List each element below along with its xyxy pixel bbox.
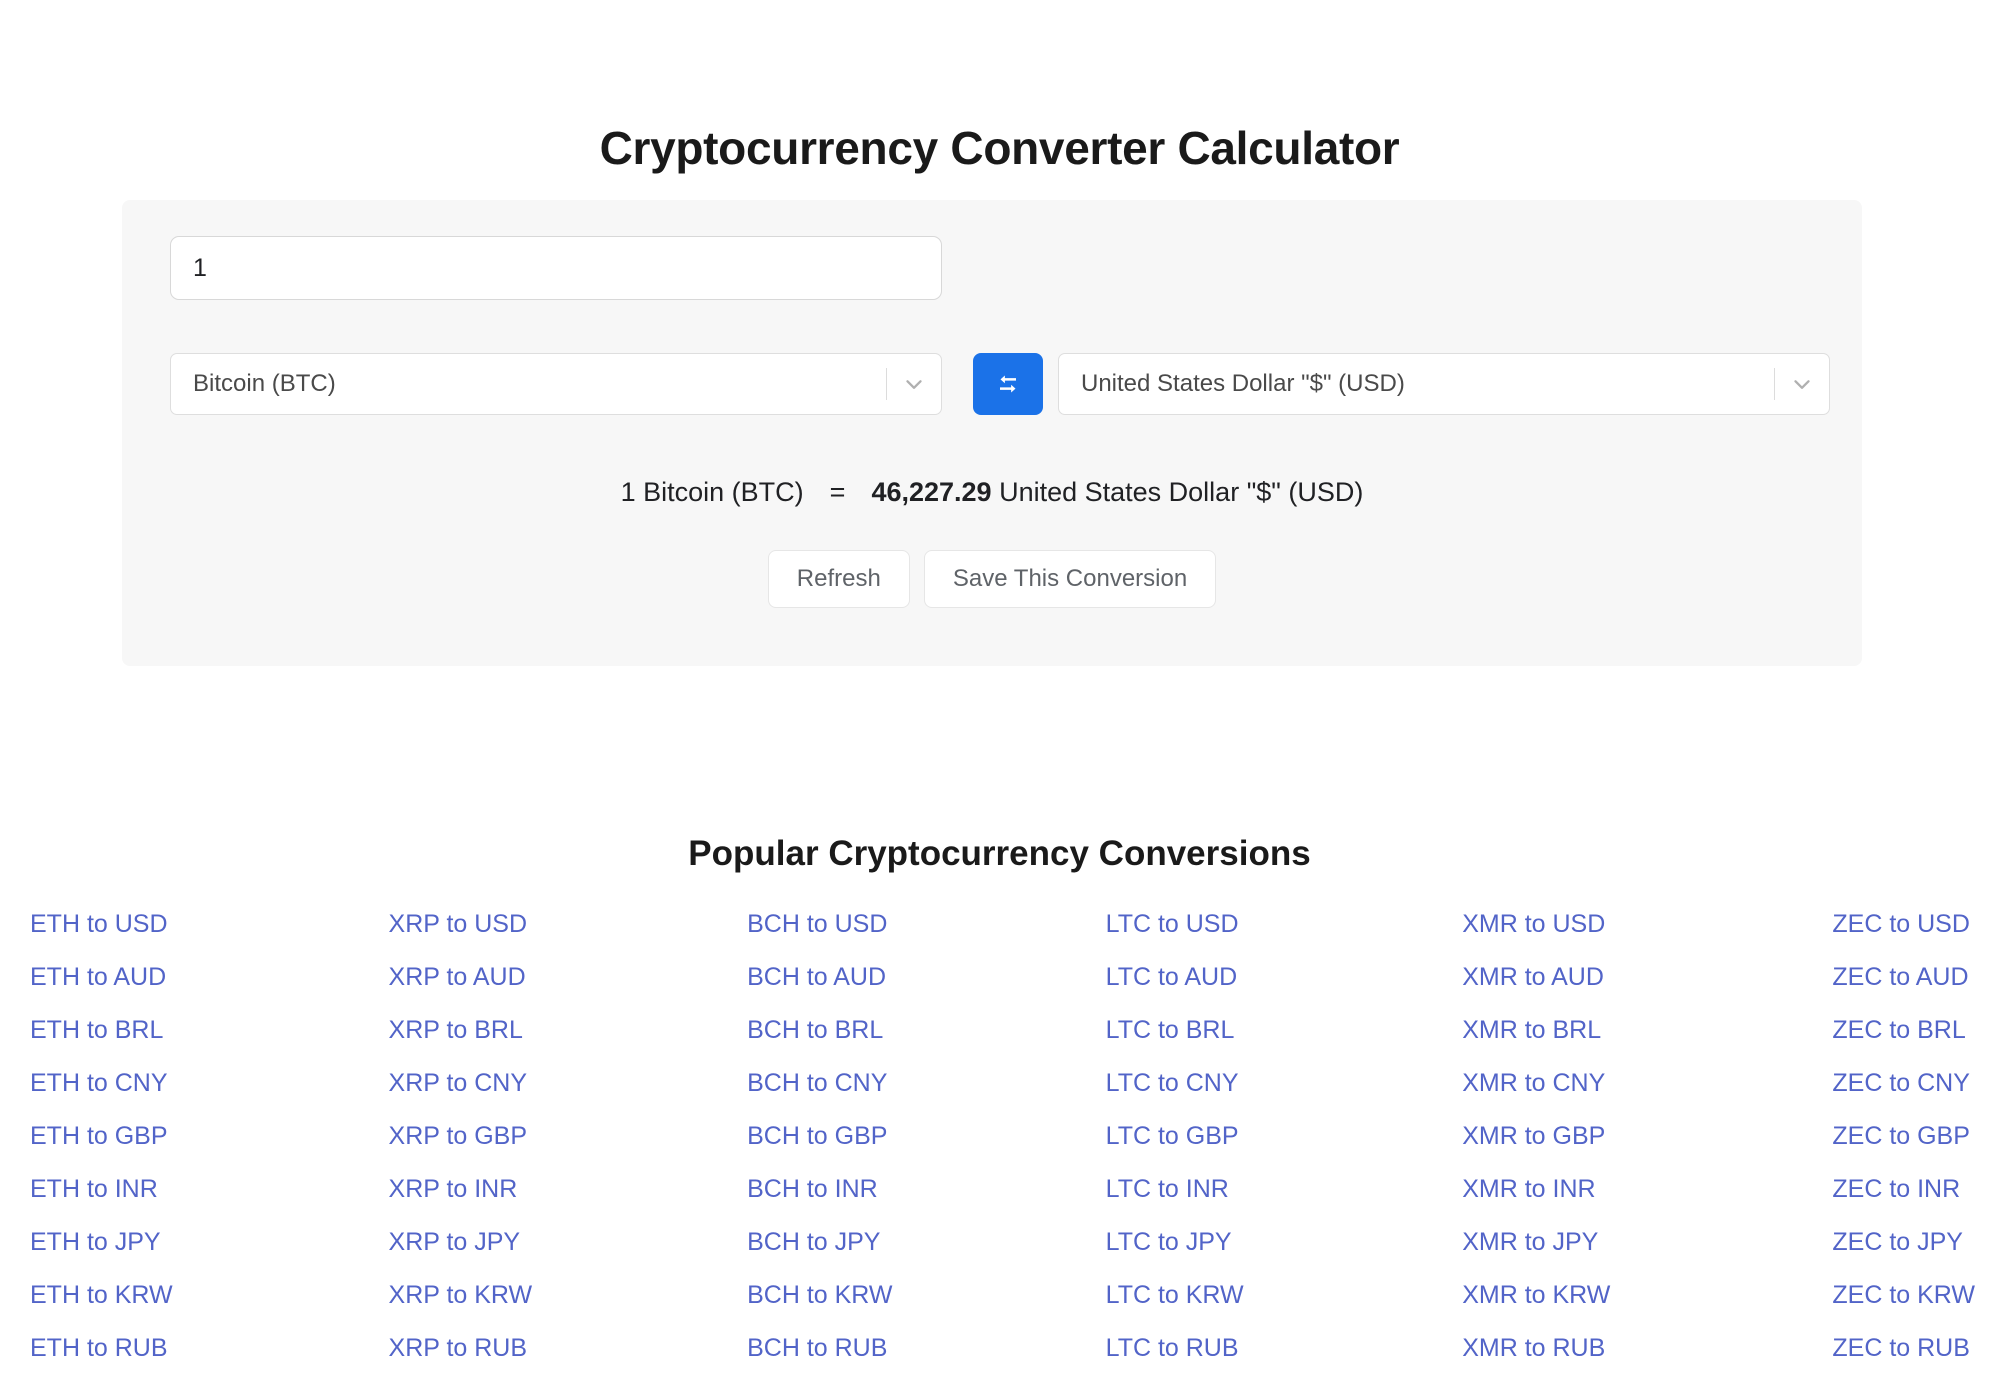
amount-input[interactable] <box>170 236 942 300</box>
conversion-link[interactable]: BCH to JPY <box>747 1216 971 1269</box>
conversion-link[interactable]: BCH to USD <box>747 898 971 951</box>
from-currency-select[interactable]: Bitcoin (BTC) <box>170 353 942 415</box>
conversion-link[interactable]: LTC to AUD <box>1106 951 1285 1004</box>
conversion-link[interactable]: XRP to BRL <box>389 1004 658 1057</box>
conversion-link[interactable]: ZEC to RUB <box>1832 1322 1975 1375</box>
conversion-link[interactable]: BCH to AUD <box>747 951 971 1004</box>
page-title: Cryptocurrency Converter Calculator <box>599 121 1400 174</box>
result-equals-sign: = <box>829 477 846 507</box>
popular-conversions-heading: Popular Cryptocurrency Conversions <box>688 834 1311 874</box>
conversion-link[interactable]: XRP to USD <box>389 898 658 951</box>
currency-select-row: Bitcoin (BTC) United States Dollar "$" (… <box>170 353 1830 415</box>
conversion-link[interactable]: XMR to INR <box>1462 1163 1610 1216</box>
links-column-ltc: LTC to USD LTC to AUD LTC to BRL LTC to CNY… <box>971 898 1285 1375</box>
conversion-link[interactable]: ETH to RUB <box>30 1322 344 1375</box>
conversion-link[interactable]: XRP to JPY <box>389 1216 658 1269</box>
links-column-eth: ETH to USD ETH to AUD ETH to BRL ETH to CNY… <box>30 898 344 1375</box>
result-rate-value: 46,227.29 <box>871 477 992 507</box>
result-to-currency: United States Dollar "$" (USD) <box>999 477 1364 507</box>
conversion-link[interactable]: XRP to INR <box>389 1163 658 1216</box>
popular-conversions-grid: ETH to USD ETH to AUD ETH to BRL ETH to CNY… <box>30 898 1975 1375</box>
chevron-down-icon[interactable] <box>887 371 941 397</box>
conversion-link[interactable]: ETH to BRL <box>30 1004 344 1057</box>
conversion-link[interactable]: XMR to BRL <box>1462 1004 1610 1057</box>
conversion-link[interactable]: XMR to RUB <box>1462 1322 1610 1375</box>
refresh-button[interactable]: Refresh <box>767 550 910 608</box>
to-currency-select[interactable]: United States Dollar "$" (USD) <box>1058 353 1830 415</box>
conversion-link[interactable]: LTC to USD <box>1106 898 1285 951</box>
conversion-link[interactable]: BCH to BRL <box>747 1004 971 1057</box>
conversion-link[interactable]: ZEC to INR <box>1832 1163 1975 1216</box>
from-currency-label: Bitcoin (BTC) <box>193 370 336 397</box>
conversion-link[interactable]: XMR to AUD <box>1462 951 1610 1004</box>
conversion-link[interactable]: ZEC to JPY <box>1832 1216 1975 1269</box>
conversion-link[interactable]: BCH to KRW <box>747 1269 971 1322</box>
conversion-link[interactable]: ETH to AUD <box>30 951 344 1004</box>
conversion-link[interactable]: ZEC to GBP <box>1832 1110 1975 1163</box>
conversion-actions: Refresh Save This Conversion <box>122 550 1862 608</box>
conversion-link[interactable]: LTC to GBP <box>1106 1110 1285 1163</box>
conversion-link[interactable]: BCH to GBP <box>747 1110 971 1163</box>
result-amount-from: 1 Bitcoin (BTC) <box>620 477 804 507</box>
conversion-link[interactable]: LTC to RUB <box>1106 1322 1285 1375</box>
conversion-link[interactable]: XMR to USD <box>1462 898 1610 951</box>
conversion-link[interactable]: ZEC to AUD <box>1832 951 1975 1004</box>
conversion-link[interactable]: ETH to KRW <box>30 1269 344 1322</box>
conversion-link[interactable]: XRP to CNY <box>389 1057 658 1110</box>
conversion-link[interactable]: LTC to INR <box>1106 1163 1285 1216</box>
conversion-link[interactable]: ZEC to KRW <box>1832 1269 1975 1322</box>
conversion-link[interactable]: XRP to KRW <box>389 1269 658 1322</box>
links-column-xmr: XMR to USD XMR to AUD XMR to BRL XMR to CNY… <box>1284 898 1610 1375</box>
converter-page: Cryptocurrency Converter Calculator Bitc… <box>0 0 1999 1392</box>
conversion-link[interactable]: ETH to INR <box>30 1163 344 1216</box>
conversion-link[interactable]: ETH to CNY <box>30 1057 344 1110</box>
conversion-link[interactable]: ZEC to USD <box>1832 898 1975 951</box>
conversion-link[interactable]: XMR to CNY <box>1462 1057 1610 1110</box>
conversion-link[interactable]: ETH to GBP <box>30 1110 344 1163</box>
conversion-link[interactable]: LTC to CNY <box>1106 1057 1285 1110</box>
swap-currencies-button[interactable] <box>973 353 1043 415</box>
conversion-link[interactable]: XMR to JPY <box>1462 1216 1610 1269</box>
conversion-result: 1 Bitcoin (BTC) = 46,227.29 United States … <box>122 477 1862 508</box>
links-column-xrp: XRP to USD XRP to AUD XRP to BRL XRP to CNY… <box>344 898 658 1375</box>
conversion-link[interactable]: ETH to USD <box>30 898 344 951</box>
conversion-link[interactable]: BCH to INR <box>747 1163 971 1216</box>
swap-horizontal-icon <box>993 369 1023 399</box>
converter-card: Bitcoin (BTC) United States Dollar <box>122 200 1862 666</box>
links-column-bch: BCH to USD BCH to AUD BCH to BRL BCH to CNY… <box>657 898 971 1375</box>
conversion-link[interactable]: XMR to GBP <box>1462 1110 1610 1163</box>
links-column-zec: ZEC to USD ZEC to AUD ZEC to BRL ZEC to CNY… <box>1610 898 1975 1375</box>
conversion-link[interactable]: ZEC to BRL <box>1832 1004 1975 1057</box>
to-currency-label: United States Dollar "$" (USD) <box>1081 370 1405 397</box>
conversion-link[interactable]: BCH to CNY <box>747 1057 971 1110</box>
conversion-link[interactable]: BCH to RUB <box>747 1322 971 1375</box>
conversion-link[interactable]: LTC to KRW <box>1106 1269 1285 1322</box>
conversion-link[interactable]: XRP to RUB <box>389 1322 658 1375</box>
conversion-link[interactable]: ETH to JPY <box>30 1216 344 1269</box>
conversion-link[interactable]: XRP to AUD <box>389 951 658 1004</box>
conversion-link[interactable]: LTC to BRL <box>1106 1004 1285 1057</box>
save-conversion-button[interactable]: Save This Conversion <box>923 550 1217 608</box>
conversion-link[interactable]: LTC to JPY <box>1106 1216 1285 1269</box>
chevron-down-icon[interactable] <box>1775 371 1829 397</box>
conversion-link[interactable]: XMR to KRW <box>1462 1269 1610 1322</box>
conversion-link[interactable]: XRP to GBP <box>389 1110 658 1163</box>
conversion-link[interactable]: ZEC to CNY <box>1832 1057 1975 1110</box>
